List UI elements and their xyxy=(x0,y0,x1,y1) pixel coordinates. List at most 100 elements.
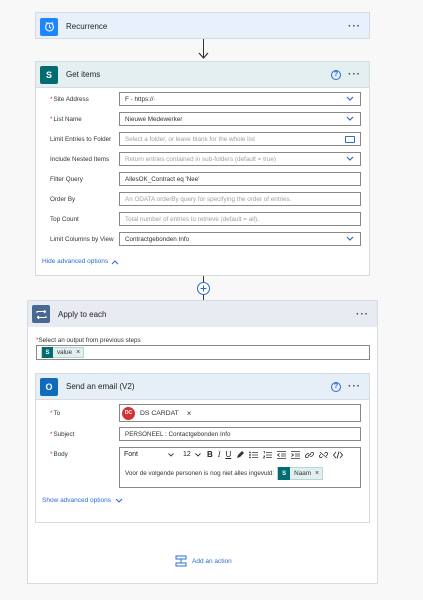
help-icon[interactable]: ? xyxy=(331,69,341,80)
field-to: *To DC DS CARDAT × xyxy=(36,404,369,422)
top-count-placeholder: Total number of entries to retrieve (def… xyxy=(125,215,259,223)
get-items-card: S Get items ? ··· *Site Address F - http… xyxy=(35,61,370,276)
to-input[interactable]: DC DS CARDAT × xyxy=(119,404,361,422)
pen-icon[interactable] xyxy=(236,450,245,459)
help-icon[interactable]: ? xyxy=(331,381,341,392)
add-action-label: Add an action xyxy=(192,557,232,565)
recipient-avatar: DC xyxy=(122,406,135,420)
list-name-value: Nieuwe Medewerker xyxy=(125,115,183,123)
send-email-card: O Send an email (V2) ? ··· *To DC DS CAR… xyxy=(35,373,370,523)
select-output-input[interactable]: S value × xyxy=(36,345,370,360)
filter-query-input[interactable]: AllesOK_Contract eq 'Nee' xyxy=(119,172,361,186)
include-nested-placeholder: Return entries contained in sub-folders … xyxy=(125,155,277,163)
chevron-down-icon xyxy=(168,452,174,457)
remove-token-icon[interactable]: × xyxy=(76,349,80,356)
field-site-address: *Site Address F - https://· xyxy=(36,92,369,106)
field-limit-folder: Limit Entries to Folder Select a folder,… xyxy=(36,132,369,146)
limit-folder-label: Limit Entries to Folder xyxy=(50,135,112,143)
limit-columns-label: Limit Columns by View xyxy=(50,235,114,243)
body-text: Voor de volgende personen is nog niet al… xyxy=(125,470,275,477)
subject-value: PERSONEEL : Contactgebonden Info xyxy=(125,430,231,438)
to-label: To xyxy=(53,409,61,417)
send-email-menu-button[interactable]: ··· xyxy=(348,381,361,392)
naam-token[interactable]: S Naam × xyxy=(277,467,324,480)
chevron-down-icon xyxy=(346,156,354,161)
insert-step-button[interactable] xyxy=(197,282,210,295)
chevron-down-icon xyxy=(195,452,201,457)
limit-folder-input[interactable]: Select a folder, or leave blank for the … xyxy=(119,132,361,146)
get-items-title: Get items xyxy=(66,70,101,79)
list-name-label: List Name xyxy=(53,115,82,123)
decrease-indent-icon[interactable] xyxy=(277,450,287,459)
subject-label: Subject xyxy=(53,430,75,438)
list-name-dropdown[interactable]: Nieuwe Medewerker xyxy=(119,112,361,126)
get-items-menu-button[interactable]: ··· xyxy=(348,69,361,80)
sharepoint-icon: S xyxy=(278,467,291,480)
chevron-up-icon xyxy=(111,259,119,264)
include-nested-label: Include Nested Items xyxy=(50,155,110,163)
code-view-icon[interactable] xyxy=(333,450,344,459)
body-label: Body xyxy=(53,450,68,458)
order-by-input[interactable]: An ODATA orderBy query for specifying th… xyxy=(119,192,361,206)
limit-columns-dropdown[interactable]: Contractgebonden Info xyxy=(119,232,361,246)
show-advanced-options-link[interactable]: Show advanced options xyxy=(42,497,123,504)
sharepoint-icon: S xyxy=(42,347,53,358)
recurrence-card[interactable]: Recurrence ··· xyxy=(35,12,370,39)
filter-query-label: Filter Query xyxy=(50,175,83,183)
chevron-down-icon xyxy=(346,96,354,101)
value-token-label: value xyxy=(57,349,73,356)
include-nested-dropdown[interactable]: Return entries contained in sub-folders … xyxy=(119,152,361,166)
down-arrow-icon xyxy=(198,52,209,59)
apply-to-each-title: Apply to each xyxy=(58,309,107,319)
naam-token-label: Naam xyxy=(294,470,311,477)
site-address-label: Site Address xyxy=(53,95,89,103)
bold-icon[interactable]: B xyxy=(207,450,213,459)
recipient-name: DS CARDAT xyxy=(140,409,179,417)
chevron-down-icon xyxy=(115,498,123,503)
italic-icon[interactable]: I xyxy=(218,450,221,459)
outlook-icon: O xyxy=(40,377,58,396)
subject-input[interactable]: PERSONEEL : Contactgebonden Info xyxy=(119,427,361,441)
font-select[interactable]: Font xyxy=(124,451,178,458)
sharepoint-icon: S xyxy=(40,65,58,84)
top-count-input[interactable]: Total number of entries to retrieve (def… xyxy=(119,212,361,226)
field-subject: *Subject PERSONEEL : Contactgebonden Inf… xyxy=(36,427,369,441)
send-email-title: Send an email (V2) xyxy=(66,382,135,391)
hide-advanced-options-link[interactable]: Hide advanced options xyxy=(42,258,119,265)
remove-recipient-icon[interactable]: × xyxy=(187,409,192,418)
remove-token-icon[interactable]: × xyxy=(315,470,319,477)
limit-folder-placeholder: Select a folder, or leave blank for the … xyxy=(125,135,255,143)
chevron-down-icon xyxy=(346,236,354,241)
underline-icon[interactable]: U xyxy=(225,450,231,459)
unlink-icon[interactable] xyxy=(319,451,329,459)
add-action-icon xyxy=(175,555,187,567)
field-top-count: Top Count Total number of entries to ret… xyxy=(36,212,369,226)
plus-icon xyxy=(200,285,207,292)
recurrence-title: Recurrence xyxy=(66,22,108,31)
clock-icon xyxy=(40,17,58,36)
bullet-list-icon[interactable] xyxy=(249,451,259,459)
rich-text-toolbar: Font 12 B I U xyxy=(120,448,360,461)
apply-to-each-menu-button[interactable]: ··· xyxy=(356,309,369,320)
font-size-select[interactable]: 12 xyxy=(183,451,201,458)
field-filter-query: Filter Query AllesOK_Contract eq 'Nee' xyxy=(36,172,369,186)
order-by-placeholder: An ODATA orderBy query for specifying th… xyxy=(125,195,292,203)
apply-to-each-card: Apply to each ··· *Select an output from… xyxy=(27,300,378,584)
loop-icon xyxy=(32,305,50,323)
limit-columns-value: Contractgebonden Info xyxy=(125,235,190,243)
value-token[interactable]: S value × xyxy=(41,347,85,358)
select-output-label: *Select an output from previous steps xyxy=(36,337,141,344)
body-content[interactable]: Voor de volgende personen is nog niet al… xyxy=(125,467,324,480)
order-by-label: Order By xyxy=(50,195,76,203)
body-editor[interactable]: Font 12 B I U Voor de volgende personen … xyxy=(119,447,361,488)
folder-icon[interactable] xyxy=(345,136,355,143)
recurrence-menu-button[interactable]: ··· xyxy=(348,21,361,32)
filter-query-value: AllesOK_Contract eq 'Nee' xyxy=(125,175,200,183)
add-action-button[interactable]: Add an action xyxy=(175,555,232,567)
numbered-list-icon[interactable] xyxy=(263,450,273,459)
increase-indent-icon[interactable] xyxy=(291,450,301,459)
link-icon[interactable] xyxy=(305,451,315,459)
field-order-by: Order By An ODATA orderBy query for spec… xyxy=(36,192,369,206)
site-address-dropdown[interactable]: F - https://· xyxy=(119,92,361,106)
site-address-value: F - https://· xyxy=(125,95,156,103)
